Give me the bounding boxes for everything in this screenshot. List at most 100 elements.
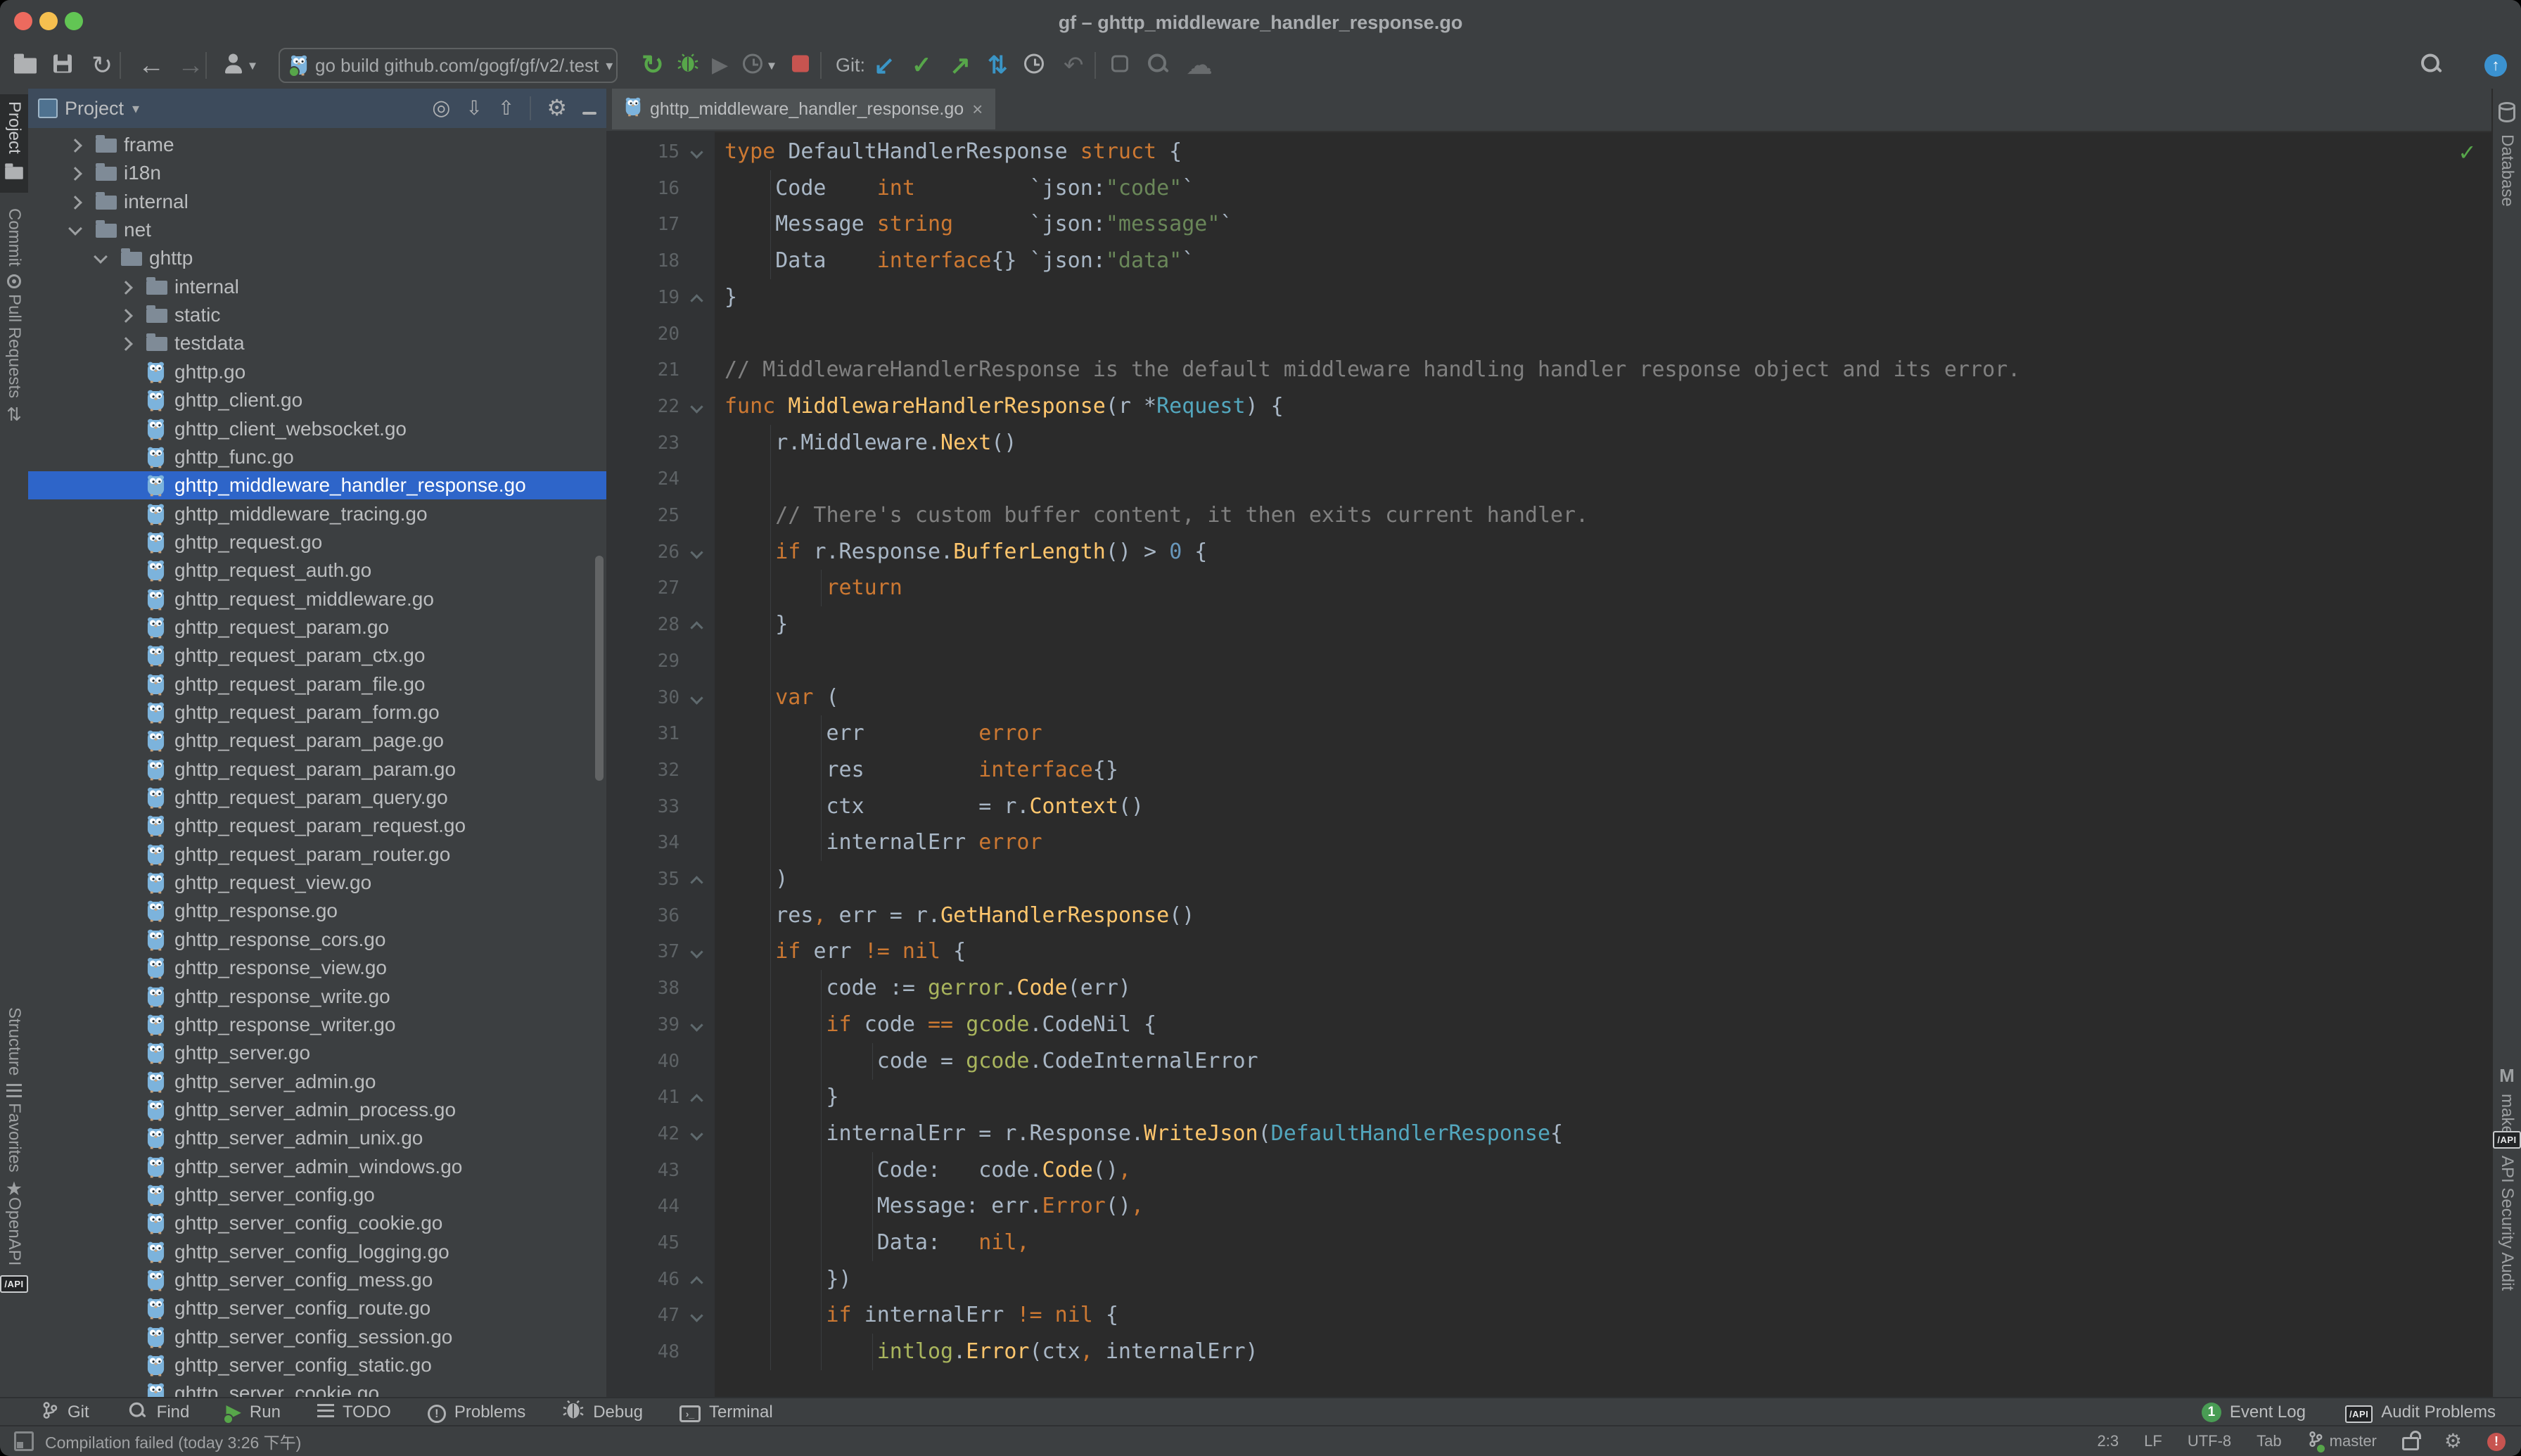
fold-marker-icon[interactable] xyxy=(690,691,703,704)
toolwindow-button-problems[interactable]: !Problems xyxy=(428,1403,525,1423)
tree-row[interactable]: ghttp_server_config_route.go xyxy=(28,1294,606,1322)
tree-row[interactable]: frame xyxy=(28,131,606,159)
toolwindow-button-find[interactable]: Find xyxy=(126,1399,190,1426)
tree-row[interactable]: ghttp_request_auth.go xyxy=(28,556,606,585)
tree-row[interactable]: ghttp_server_config_static.go xyxy=(28,1351,606,1379)
tree-row[interactable]: ghttp_client_websocket.go xyxy=(28,415,606,443)
locate-icon[interactable]: ◎ xyxy=(432,97,450,120)
toolbar-debug-button[interactable] xyxy=(677,53,699,79)
editor-tab[interactable]: ghttp_middleware_handler_response.go × xyxy=(612,89,995,129)
chevron-down-icon[interactable] xyxy=(68,222,82,236)
layout-icon[interactable] xyxy=(14,1431,34,1451)
tree-row[interactable]: ghttp_request_param_param.go xyxy=(28,755,606,784)
chevron-down-icon[interactable]: ▾ xyxy=(132,100,139,117)
tree-row[interactable]: ghttp_response.go xyxy=(28,897,606,925)
chevron-right-icon[interactable] xyxy=(119,338,133,352)
tree-row[interactable]: testdata xyxy=(28,329,606,357)
fold-marker-icon[interactable] xyxy=(690,1128,703,1140)
tree-row[interactable]: ghttp_server_config_mess.go xyxy=(28,1266,606,1294)
hide-icon[interactable] xyxy=(582,97,596,120)
toolbar-search-everywhere-button[interactable] xyxy=(2420,53,2442,79)
tree-row[interactable]: ghttp_server_admin_unix.go xyxy=(28,1124,606,1152)
project-tree-scrollbar[interactable] xyxy=(595,556,604,781)
toolwindow-button-debug[interactable]: Debug xyxy=(562,1399,643,1426)
status-indent-style[interactable]: Tab xyxy=(2257,1432,2281,1450)
status-ide-services[interactable]: ⚙ xyxy=(2444,1431,2462,1452)
toolbar-back-button[interactable]: ← xyxy=(138,52,165,79)
close-icon[interactable]: × xyxy=(972,98,983,120)
tree-row[interactable]: ghttp_request_middleware.go xyxy=(28,585,606,613)
fold-marker-icon[interactable] xyxy=(690,1094,703,1106)
status-line-separator[interactable]: LF xyxy=(2144,1432,2162,1450)
tree-row[interactable]: ghttp_server_admin.go xyxy=(28,1068,606,1096)
stripe-tab-api-security-audit[interactable]: /APIAPI Security Audit xyxy=(2493,1121,2521,1298)
tree-row[interactable]: ghttp_server_config_cookie.go xyxy=(28,1209,606,1237)
tree-row[interactable]: ghttp_middleware_handler_response.go xyxy=(28,471,606,499)
stripe-tab-openapi[interactable]: OpenAPI/API xyxy=(0,1190,28,1300)
stripe-tab-commit[interactable]: Commit xyxy=(0,201,28,300)
toolbar-git-history-button[interactable] xyxy=(1024,54,1044,77)
tree-row[interactable]: ghttp_middleware_tracing.go xyxy=(28,500,606,528)
status-file-encoding[interactable]: UTF-8 xyxy=(2188,1432,2231,1450)
tree-row[interactable]: ghttp_server.go xyxy=(28,1039,606,1067)
fold-marker-icon[interactable] xyxy=(690,621,703,634)
status-lock[interactable] xyxy=(2402,1429,2419,1455)
toolwindow-button-terminal[interactable]: ›_Terminal xyxy=(679,1403,773,1422)
toolbar-update-available-button[interactable]: ↑ xyxy=(2484,54,2507,77)
tree-row[interactable]: ghttp_response_cors.go xyxy=(28,926,606,954)
fold-marker-icon[interactable] xyxy=(690,400,703,413)
stripe-tab-project[interactable]: Project xyxy=(0,94,28,193)
toolwindow-button-git[interactable]: Git xyxy=(41,1401,89,1424)
toolwindow-button-event-log[interactable]: 1Event Log xyxy=(2202,1403,2306,1422)
toolwindow-button-run[interactable]: ▶Run xyxy=(226,1402,281,1423)
chevron-right-icon[interactable] xyxy=(68,196,82,210)
tree-row[interactable]: ghttp xyxy=(28,244,606,272)
tree-row[interactable]: internal xyxy=(28,188,606,216)
tree-row[interactable]: static xyxy=(28,301,606,329)
tree-row[interactable]: ghttp_request.go xyxy=(28,528,606,556)
toolbar-forward-button[interactable]: → xyxy=(177,52,204,79)
status-message[interactable]: Compilation failed (today 3:26 下午) xyxy=(45,1429,301,1453)
tree-row[interactable]: internal xyxy=(28,273,606,301)
tree-row[interactable]: ghttp_server_admin_windows.go xyxy=(28,1153,606,1181)
code-editor-area[interactable]: ✓ 15type DefaultHandlerResponse struct {… xyxy=(606,131,2493,1398)
toolbar-user-profile-button[interactable]: ▾ xyxy=(224,54,256,77)
run-configuration-select[interactable]: go build github.com/gogf/gf/v2/.test ▾ xyxy=(279,48,618,83)
tree-row[interactable]: ghttp_response_writer.go xyxy=(28,1011,606,1039)
toolbar-git-push-button[interactable]: ↗ xyxy=(950,53,971,78)
tree-row[interactable]: ghttp_server_config_session.go xyxy=(28,1323,606,1351)
chevron-right-icon[interactable] xyxy=(68,167,82,181)
toolwindow-button-audit-problems[interactable]: /APIAudit Problems xyxy=(2345,1403,2496,1423)
fold-marker-icon[interactable] xyxy=(690,1018,703,1031)
settings-icon[interactable]: ⚙ xyxy=(547,96,567,120)
expand-all-icon[interactable]: ⇩ xyxy=(466,97,482,120)
toolbar-shelve-button[interactable] xyxy=(1111,56,1128,76)
tree-row[interactable]: ghttp_server_config.go xyxy=(28,1181,606,1209)
fold-marker-icon[interactable] xyxy=(690,876,703,888)
chevron-right-icon[interactable] xyxy=(119,309,133,323)
tree-row[interactable]: ghttp_request_param_ctx.go xyxy=(28,641,606,670)
toolbar-run-button[interactable]: ↻ xyxy=(642,52,664,79)
status-caret-position[interactable]: 2:3 xyxy=(2098,1432,2119,1450)
toolbar-run-with-coverage-button[interactable]: ▶ xyxy=(712,55,728,76)
toolbar-git-rollback-button[interactable]: ↶ xyxy=(1064,53,1084,77)
tree-row[interactable]: ghttp_response_write.go xyxy=(28,983,606,1011)
toolbar-profiler-button[interactable]: ▾ xyxy=(743,54,775,77)
stripe-tab-structure[interactable]: Structure xyxy=(0,1000,28,1109)
fold-marker-icon[interactable] xyxy=(690,946,703,959)
toolbar-sync-button[interactable]: ↻ xyxy=(91,53,113,78)
chevron-right-icon[interactable] xyxy=(68,139,82,153)
tree-row[interactable]: ghttp_request_param_page.go xyxy=(28,727,606,755)
toolbar-find-in-files-button[interactable] xyxy=(1147,53,1169,79)
tree-row[interactable]: ghttp_server_config_logging.go xyxy=(28,1238,606,1266)
toolbar-cloud-button[interactable]: ☁ xyxy=(1186,52,1213,79)
tree-row[interactable]: ghttp_server_admin_process.go xyxy=(28,1096,606,1124)
fold-marker-icon[interactable] xyxy=(690,546,703,558)
tree-row[interactable]: ghttp_request_param_request.go xyxy=(28,812,606,840)
toolbar-git-commit-button[interactable]: ✓ xyxy=(912,53,932,77)
tree-row[interactable]: i18n xyxy=(28,159,606,187)
fold-marker-icon[interactable] xyxy=(690,294,703,307)
tree-row[interactable]: ghttp_request_param_form.go xyxy=(28,698,606,727)
tree-row[interactable]: ghttp_request_param_query.go xyxy=(28,784,606,812)
toolbar-git-sync-button[interactable]: ⇅ xyxy=(988,53,1008,77)
